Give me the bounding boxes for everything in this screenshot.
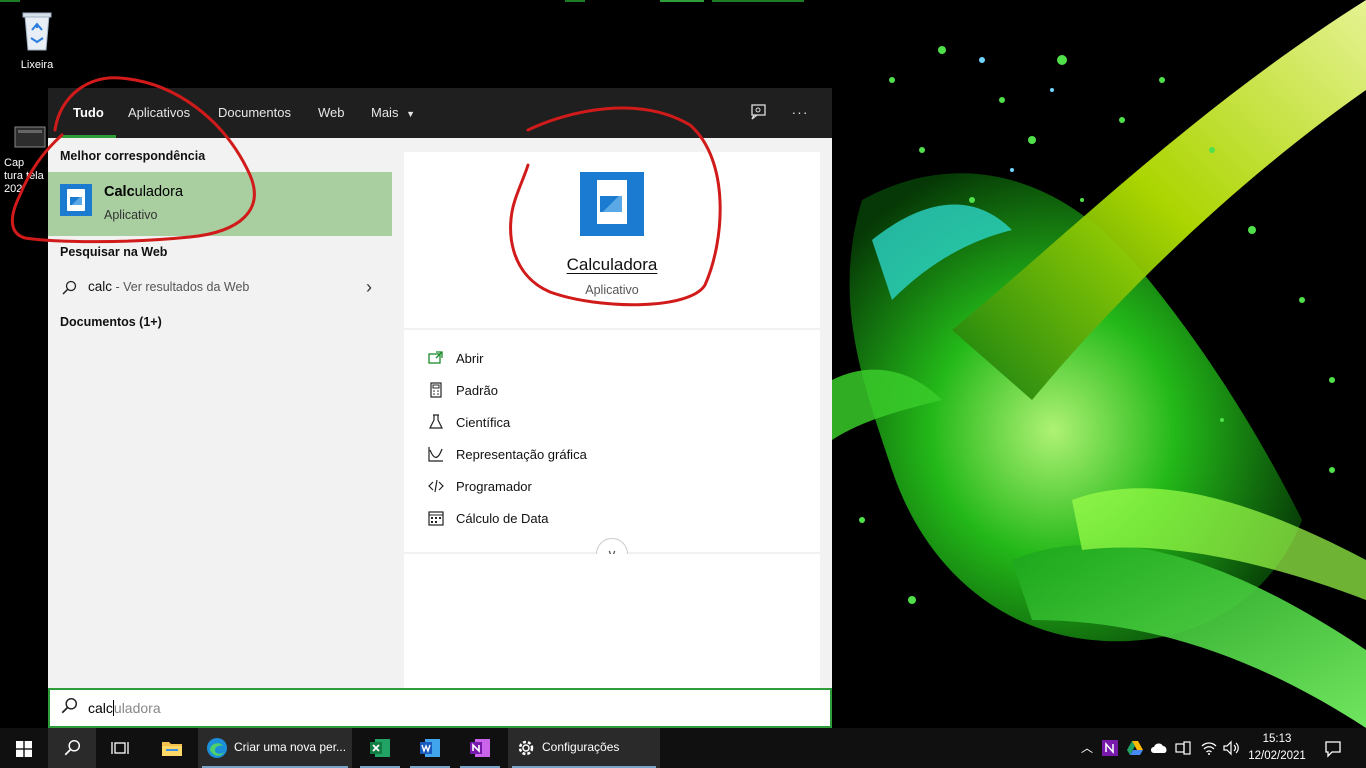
recycle-bin-icon [22, 12, 52, 51]
preview-empty-area [404, 554, 820, 688]
web-query-suffix: - Ver resultados da Web [112, 280, 250, 294]
network-wired-icon[interactable] [1174, 740, 1192, 756]
system-clock[interactable]: 15:13 12/02/2021 [1244, 731, 1310, 765]
taskbar-edge-title: Criar uma nova per... [234, 740, 347, 754]
window-accent [712, 0, 804, 2]
task-view-button[interactable] [96, 728, 144, 768]
gear-icon [518, 740, 534, 756]
more-options-icon[interactable]: ··· [790, 102, 810, 122]
screenshot-file-icon [14, 126, 46, 148]
action-open[interactable]: Abrir [428, 344, 808, 372]
calculator-icon [430, 382, 442, 398]
action-label: Programador [456, 479, 532, 494]
action-label: Abrir [456, 351, 484, 366]
task-view-icon [111, 742, 129, 754]
action-label: Padrão [456, 383, 498, 398]
feedback-icon[interactable] [748, 103, 768, 123]
window-accent [660, 0, 704, 2]
edge-browser-icon [207, 738, 227, 758]
wifi-icon[interactable] [1200, 740, 1218, 756]
green-splash-art [832, 0, 1366, 728]
action-label: Representação gráfica [456, 447, 587, 462]
word-button[interactable] [406, 728, 454, 768]
onenote-tray-icon[interactable] [1102, 739, 1118, 757]
desktop-icon-label: Cap tura tela 202 [4, 157, 44, 195]
web-query-text: calc [88, 279, 113, 294]
calculator-app-icon [60, 184, 92, 216]
search-input[interactable]: calculadora [48, 688, 832, 728]
search-icon [62, 280, 77, 295]
chevron-right-icon: › [366, 277, 372, 297]
window-accent [0, 0, 20, 2]
typed-text: calc [88, 700, 113, 716]
folder-icon [162, 742, 182, 756]
search-input-text[interactable]: calculadora [88, 700, 161, 716]
tab-all[interactable]: Tudo [61, 88, 116, 138]
web-search-query: calc - Ver resultados da Web [88, 279, 249, 294]
action-standard[interactable]: Padrão [428, 376, 808, 404]
tab-more[interactable]: Mais ▼ [371, 88, 415, 138]
google-drive-icon[interactable] [1126, 739, 1144, 757]
graph-icon [428, 447, 443, 462]
flask-icon [429, 414, 443, 429]
excel-icon [370, 739, 390, 757]
preview-app-name[interactable]: Calculadora [404, 255, 820, 275]
windows-logo-icon [16, 741, 32, 757]
best-match-highlight: Calc [104, 184, 135, 200]
tab-more-label: Mais [371, 105, 399, 120]
action-label: Cálculo de Data [456, 511, 549, 526]
onenote-icon [470, 739, 490, 757]
autocomplete-suggestion: uladora [113, 700, 161, 716]
taskbar-settings-window[interactable]: Configurações [508, 728, 660, 768]
clock-date: 12/02/2021 [1248, 750, 1306, 762]
search-panel-header: Tudo Aplicativos Documentos Web Mais ▼ ·… [48, 88, 832, 138]
windows-search-panel: Tudo Aplicativos Documentos Web Mais ▼ ·… [48, 88, 832, 728]
action-label: Científica [456, 415, 511, 430]
taskbar-edge-window[interactable]: Criar uma nova per... [198, 728, 352, 768]
volume-icon[interactable] [1222, 740, 1240, 756]
action-date-calculation[interactable]: Cálculo de Data [428, 504, 808, 532]
taskbar: Criar uma nova per... Configurações ︿ 15… [0, 728, 1366, 768]
clock-time: 15:13 [1262, 733, 1292, 745]
action-scientific[interactable]: Científica [428, 408, 808, 436]
tab-documents[interactable]: Documentos [218, 88, 291, 138]
preview-card: Calculadora Aplicativo [404, 152, 820, 328]
excel-button[interactable] [356, 728, 404, 768]
best-match-result[interactable]: Calculadora Aplicativo [48, 172, 392, 236]
search-icon [61, 697, 78, 714]
notifications-icon[interactable] [1324, 740, 1342, 758]
start-button[interactable] [0, 728, 48, 768]
file-explorer-button[interactable] [148, 728, 196, 768]
preview-app-type: Aplicativo [585, 283, 639, 297]
results-list: Melhor correspondência Calculadora Aplic… [48, 138, 392, 688]
open-icon [428, 351, 443, 364]
word-icon [420, 739, 440, 757]
action-graphing[interactable]: Representação gráfica [428, 440, 808, 468]
desktop-icon-recycle-bin[interactable]: Lixeira [14, 8, 60, 71]
documents-section-title[interactable]: Documentos (1+) [60, 315, 162, 329]
chevron-up-icon[interactable]: ︿ [1078, 739, 1096, 768]
onenote-button[interactable] [456, 728, 504, 768]
tab-web[interactable]: Web [318, 88, 345, 138]
search-icon [64, 739, 81, 756]
best-match-title: Melhor correspondência [60, 149, 206, 163]
best-match-name: Calculadora [104, 184, 183, 200]
tab-apps[interactable]: Aplicativos [128, 88, 190, 138]
chevron-down-icon: ▼ [406, 109, 415, 119]
onedrive-cloud-icon[interactable] [1150, 741, 1168, 755]
desktop-icon-label: Lixeira [20, 59, 54, 71]
web-search-title: Pesquisar na Web [60, 245, 168, 259]
preview-actions: Abrir Padrão Científica Representação gr… [404, 330, 820, 570]
window-accent [565, 0, 585, 2]
best-match-rest: uladora [134, 184, 184, 200]
taskbar-search-button[interactable] [48, 728, 96, 768]
best-match-type: Aplicativo [104, 208, 158, 222]
web-search-result[interactable]: calc - Ver resultados da Web › [48, 270, 392, 304]
action-programmer[interactable]: Programador [428, 472, 808, 500]
code-icon [428, 479, 444, 493]
taskbar-settings-title: Configurações [542, 740, 620, 754]
calendar-icon [428, 511, 444, 526]
calculator-large-icon [580, 172, 644, 236]
desktop-icon-screenshot[interactable]: Cap tura tela 202 [4, 126, 48, 196]
